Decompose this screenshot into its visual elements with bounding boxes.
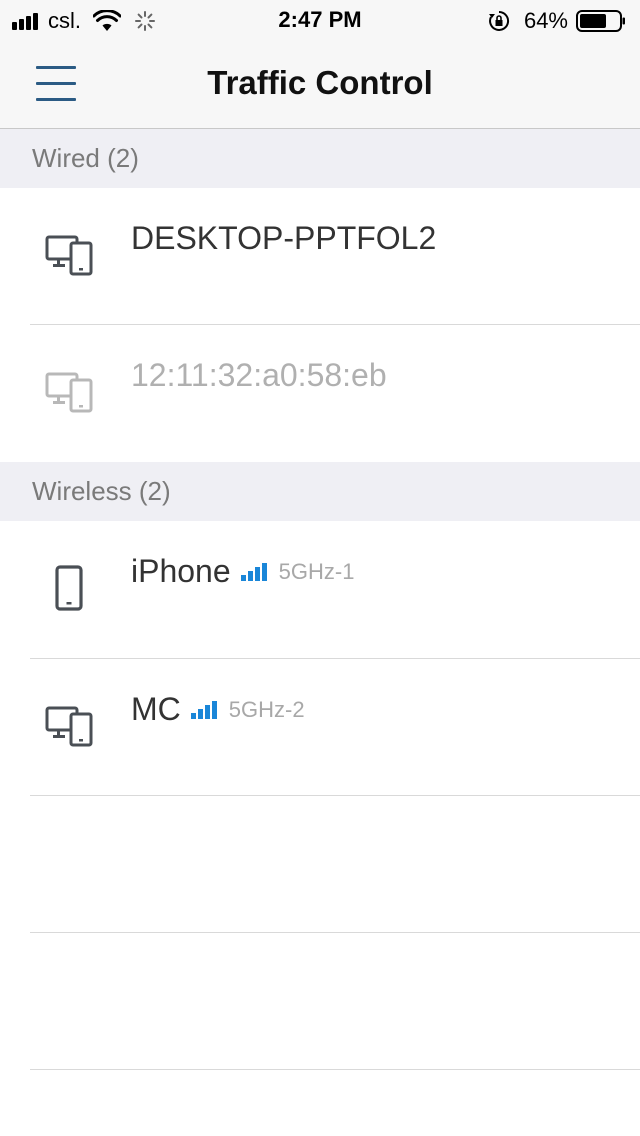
signal-strength-icon [240, 562, 269, 581]
page-title: Traffic Control [207, 64, 433, 101]
battery-icon [576, 10, 625, 32]
device-name: DESKTOP-PPTFOL2 [131, 220, 437, 256]
desktop-phone-icon [45, 372, 93, 413]
signal-strength-icon [190, 700, 219, 719]
device-row-iphone[interactable]: iPhone 5GHz-1 [0, 521, 640, 658]
device-name: MC 5GHz-2 [131, 691, 305, 728]
phone-icon [55, 565, 83, 611]
device-row-mc[interactable]: MC 5GHz-2 [0, 659, 640, 796]
section-header-wireless: Wireless (2) [0, 462, 640, 521]
section-header-label: Wired (2) [32, 143, 139, 173]
device-name-text: iPhone [131, 553, 231, 589]
device-row-desktop-pptfol2[interactable]: DESKTOP-PPTFOL2 [0, 188, 640, 325]
section-header-label: Wireless (2) [32, 476, 171, 506]
battery-percentage: 64% [523, 8, 568, 33]
device-name-text: MC [131, 691, 181, 727]
navigation-bar: Traffic Control [0, 40, 640, 129]
row-divider [30, 1069, 640, 1070]
desktop-phone-icon [45, 235, 93, 276]
row-divider [30, 795, 640, 796]
wifi-band: 5GHz-1 [278, 558, 355, 584]
status-right: 64% [488, 8, 626, 34]
orientation-lock-icon [488, 10, 509, 31]
wifi-band: 5GHz-2 [228, 696, 305, 722]
device-row-mac-12-11-32-a0-58-eb[interactable]: 12:11:32:a0:58:eb [0, 325, 640, 462]
status-bar: csl. 2:47 PM 64% [0, 0, 640, 40]
desktop-phone-icon [45, 706, 93, 747]
device-name: 12:11:32:a0:58:eb [131, 357, 387, 393]
row-divider [30, 932, 640, 933]
section-header-wired: Wired (2) [0, 129, 640, 188]
device-name: iPhone 5GHz-1 [131, 553, 354, 590]
